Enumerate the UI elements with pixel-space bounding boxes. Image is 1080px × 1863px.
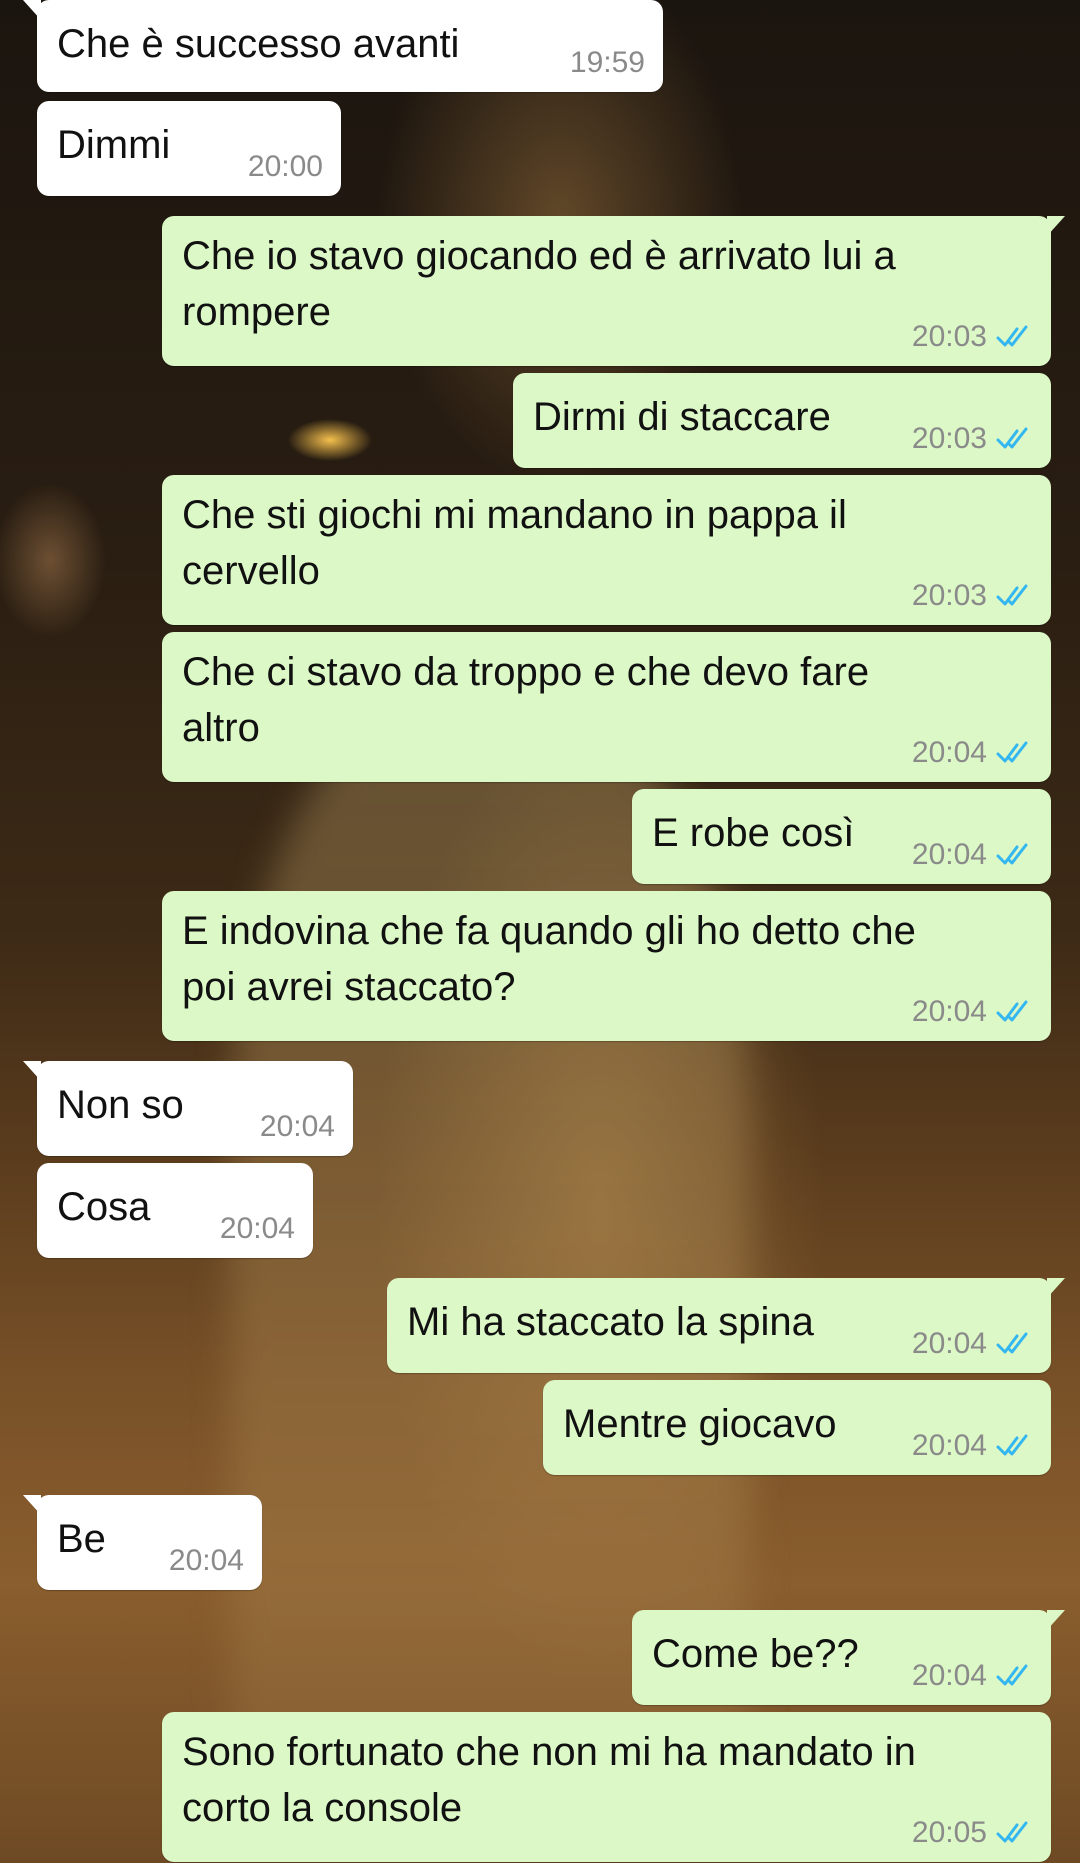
- double-check-icon: [996, 1821, 1028, 1843]
- message-meta: 20:03: [912, 320, 1033, 354]
- message-text: Be: [57, 1517, 106, 1561]
- double-check-icon: [996, 1664, 1028, 1686]
- message-meta: 20:03: [912, 579, 1033, 613]
- message-meta: 20:04: [220, 1212, 295, 1246]
- outgoing-message[interactable]: Sono fortunato che non mi ha mandato in …: [162, 1712, 1051, 1862]
- message-text: Che ci stavo da troppo e che devo fare a…: [182, 650, 870, 750]
- outgoing-message[interactable]: Come be?? 20:04: [632, 1610, 1065, 1705]
- message-text: Sono fortunato che non mi ha mandato in …: [182, 1730, 916, 1830]
- message-time: 19:59: [569, 46, 645, 79]
- message-time: 20:04: [911, 1659, 987, 1692]
- message-meta: 20:05: [912, 1816, 1033, 1850]
- message-time: 20:03: [911, 422, 987, 455]
- message-time: 20:04: [911, 995, 987, 1028]
- message-text: Che io stavo giocando ed è arrivato lui …: [182, 234, 896, 334]
- message-meta: 20:04: [912, 1659, 1033, 1693]
- message-time: 20:04: [911, 1327, 987, 1360]
- outgoing-message[interactable]: E indovina che fa quando gli ho detto ch…: [162, 891, 1051, 1041]
- double-check-icon: [996, 427, 1028, 449]
- message-time: 20:04: [168, 1544, 244, 1577]
- message-text: Non so: [57, 1083, 184, 1127]
- message-time: 20:05: [911, 1816, 987, 1849]
- message-time: 20:03: [911, 579, 987, 612]
- message-text: Dirmi di staccare: [533, 395, 831, 439]
- outgoing-message[interactable]: Che ci stavo da troppo e che devo fare a…: [162, 632, 1051, 782]
- message-meta: 20:04: [912, 1327, 1033, 1361]
- message-text: Che è successo avanti: [57, 22, 460, 66]
- message-time: 20:04: [259, 1110, 335, 1143]
- message-meta: 20:04: [260, 1110, 335, 1144]
- message-time: 20:04: [911, 736, 987, 769]
- message-meta: 20:04: [169, 1544, 244, 1578]
- double-check-icon: [996, 741, 1028, 763]
- message-meta: 20:03: [912, 422, 1033, 456]
- incoming-message[interactable]: Be 20:04: [23, 1495, 262, 1590]
- message-meta: 20:04: [912, 736, 1033, 770]
- outgoing-message[interactable]: Mi ha staccato la spina 20:04: [387, 1278, 1065, 1373]
- double-check-icon: [996, 325, 1028, 347]
- double-check-icon: [996, 1332, 1028, 1354]
- incoming-message[interactable]: Che è successo avanti 19:59: [23, 0, 663, 92]
- message-time: 20:04: [911, 838, 987, 871]
- message-time: 20:04: [219, 1212, 295, 1245]
- outgoing-message[interactable]: Mentre giocavo 20:04: [543, 1380, 1051, 1475]
- message-time: 20:04: [911, 1429, 987, 1462]
- outgoing-message[interactable]: E robe così 20:04: [632, 789, 1051, 884]
- incoming-message[interactable]: Cosa 20:04: [37, 1163, 313, 1258]
- message-text: E robe così: [652, 811, 855, 855]
- incoming-message[interactable]: Non so 20:04: [23, 1061, 353, 1156]
- double-check-icon: [996, 1434, 1028, 1456]
- chat-message-list[interactable]: Che è successo avanti 19:59 Dimmi 20:00 …: [0, 0, 1080, 1863]
- double-check-icon: [996, 584, 1028, 606]
- message-meta: 19:59: [570, 46, 645, 80]
- incoming-message[interactable]: Dimmi 20:00: [37, 101, 341, 196]
- outgoing-message[interactable]: Dirmi di staccare 20:03: [513, 373, 1051, 468]
- message-text: Mentre giocavo: [563, 1402, 837, 1446]
- double-check-icon: [996, 843, 1028, 865]
- message-text: Che sti giochi mi mandano in pappa il ce…: [182, 493, 847, 593]
- message-meta: 20:04: [912, 838, 1033, 872]
- message-meta: 20:04: [912, 1429, 1033, 1463]
- message-text: E indovina che fa quando gli ho detto ch…: [182, 909, 916, 1009]
- message-time: 20:03: [911, 320, 987, 353]
- message-text: Cosa: [57, 1185, 151, 1229]
- message-meta: 20:00: [248, 150, 323, 184]
- outgoing-message[interactable]: Che io stavo giocando ed è arrivato lui …: [162, 216, 1065, 366]
- message-time: 20:00: [247, 150, 323, 183]
- double-check-icon: [996, 1000, 1028, 1022]
- outgoing-message[interactable]: Che sti giochi mi mandano in pappa il ce…: [162, 475, 1051, 625]
- message-text: Come be??: [652, 1632, 859, 1676]
- message-meta: 20:04: [912, 995, 1033, 1029]
- message-text: Dimmi: [57, 123, 171, 167]
- message-text: Mi ha staccato la spina: [407, 1300, 814, 1344]
